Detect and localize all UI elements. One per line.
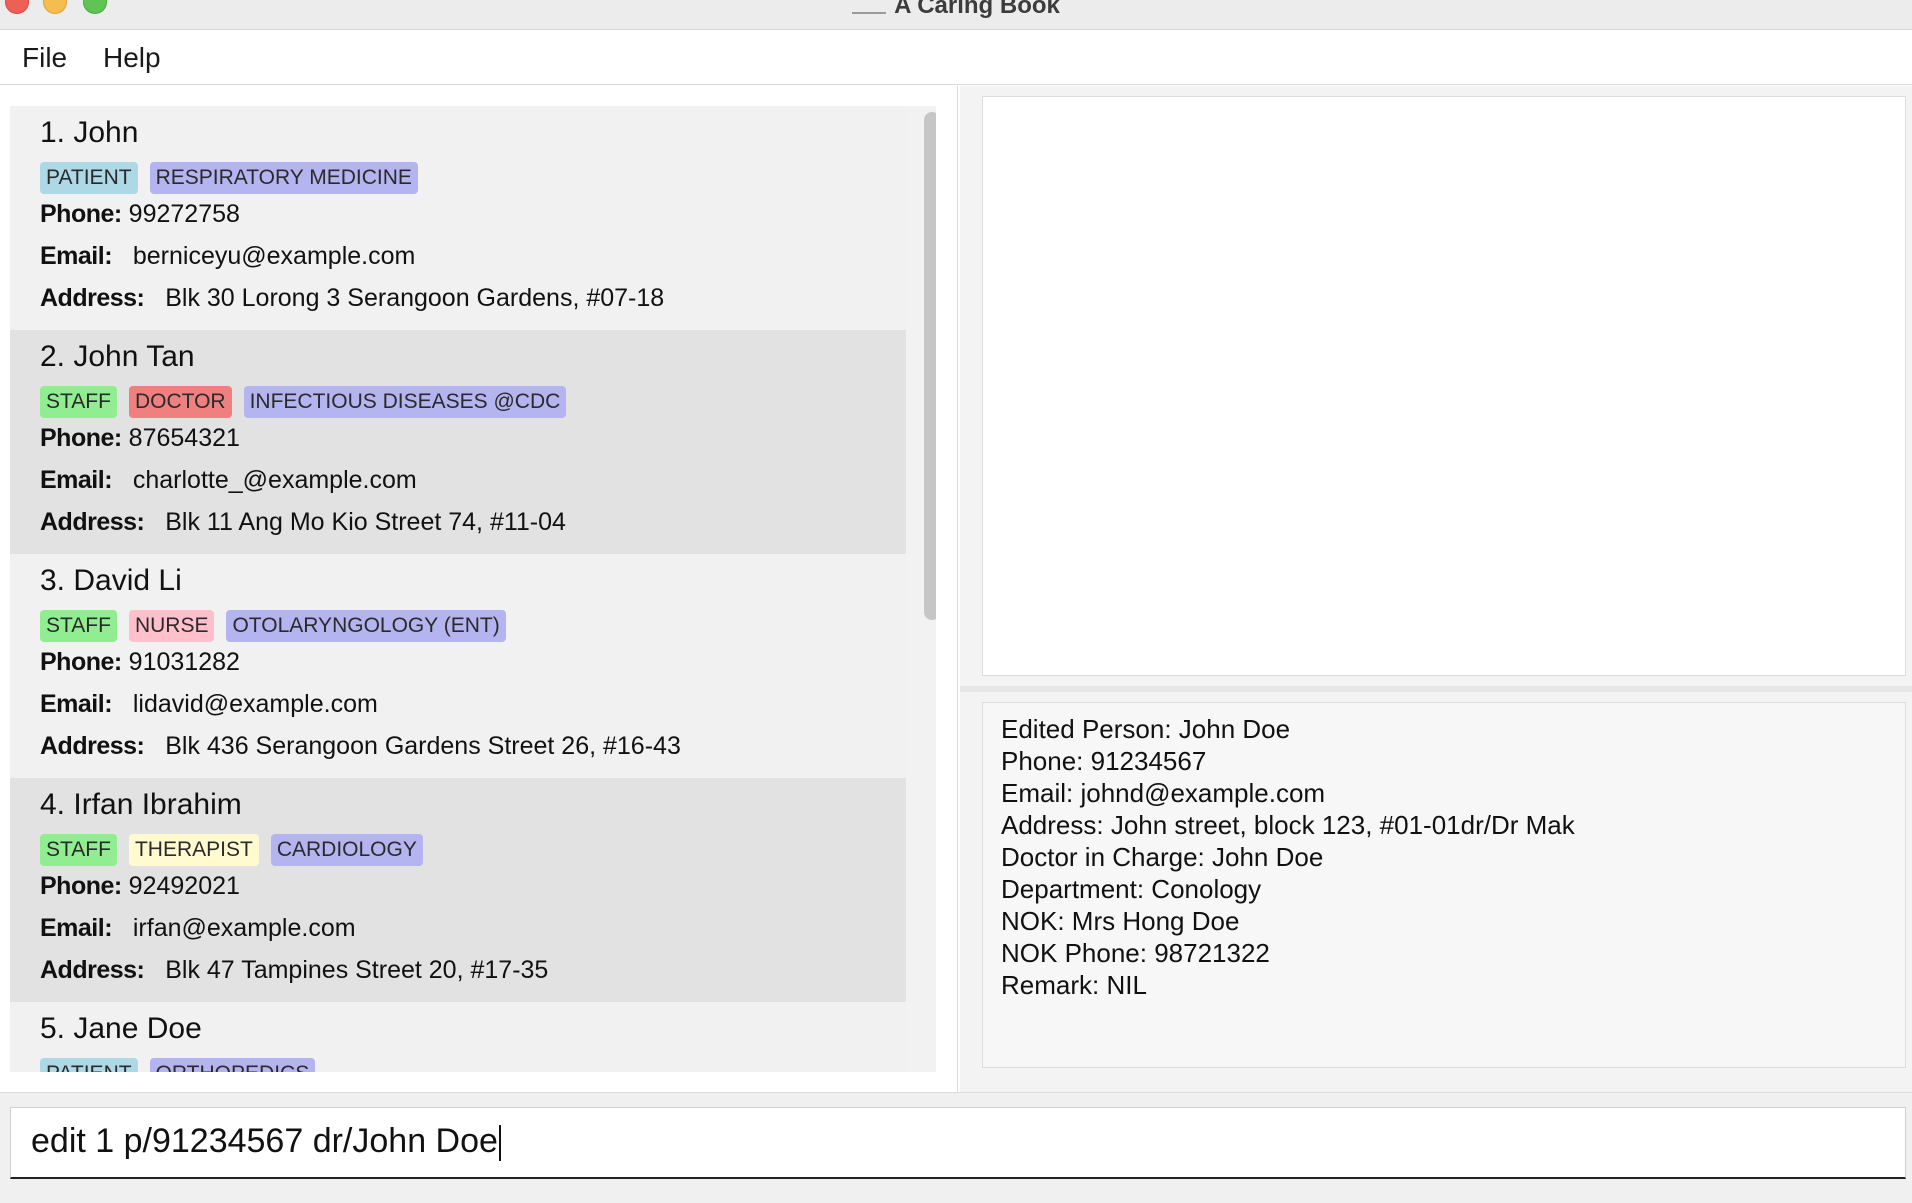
result-line: Phone: 91234567: [1001, 746, 1207, 776]
command-area: edit 1 p/91234567 dr/John Doe: [0, 1092, 1912, 1203]
phone-label: Phone:: [40, 648, 122, 676]
phone-value: 99272758: [128, 200, 240, 228]
tag: CARDIOLOGY: [270, 834, 423, 866]
phone-label: Phone:: [40, 200, 122, 228]
person-card[interactable]: 4. Irfan Ibrahim STAFF THERAPIST CARDIOLOG…: [10, 778, 906, 1002]
phone-label: Phone:: [40, 872, 122, 900]
tag-list: PATIENT ORTHOPEDICS: [40, 1058, 327, 1072]
window-title-text: A Caring Book: [894, 0, 1060, 19]
person-card[interactable]: 5. Jane Doe PATIENT ORTHOPEDICS: [10, 1002, 906, 1072]
tag-list: STAFF THERAPIST CARDIOLOGY: [40, 834, 435, 866]
phone-field: Phone: 92492021: [40, 872, 240, 901]
result-line: Doctor in Charge: John Doe: [1001, 842, 1324, 872]
address-label: Address:: [40, 284, 145, 312]
result-line: Address: John street, block 123, #01-01d…: [1001, 810, 1575, 840]
person-name: 3. David Li: [40, 564, 182, 597]
command-input-text-wrap: edit 1 p/91234567 dr/John Doe: [31, 1122, 501, 1162]
result-line: Email: johnd@example.com: [1001, 778, 1326, 808]
result-line: Edited Person: John Doe: [1001, 714, 1291, 744]
tag: ORTHOPEDICS: [149, 1058, 316, 1072]
result-line: Remark: NIL: [1001, 970, 1147, 1000]
phone-value: 92492021: [128, 872, 240, 900]
phone-value: 91031282: [128, 648, 240, 676]
menu-file[interactable]: File: [22, 42, 67, 74]
email-value: irfan@example.com: [132, 914, 356, 942]
person-list-panel: 1. John PATIENT RESPIRATORY MEDICINE Phon…: [0, 86, 958, 1092]
list-scrollbar[interactable]: [922, 112, 936, 1072]
person-list[interactable]: 1. John PATIENT RESPIRATORY MEDICINE Phon…: [10, 106, 936, 1072]
result-line: Department: Conology: [1001, 874, 1262, 904]
tag: THERAPIST: [128, 834, 259, 866]
email-field: Email: irfan@example.com: [40, 914, 356, 943]
address-value: Blk 11 Ang Mo Kio Street 74, #11-04: [165, 508, 566, 536]
email-value: lidavid@example.com: [132, 690, 378, 718]
scrollbar-thumb[interactable]: [924, 112, 936, 620]
title-bar: A Caring Book: [0, 0, 1912, 30]
text-caret: [498, 1125, 501, 1162]
address-label: Address:: [40, 508, 145, 536]
book-icon: [852, 0, 887, 14]
tag: STAFF: [40, 386, 117, 418]
person-name: 5. Jane Doe: [40, 1012, 202, 1045]
email-field: Email: berniceyu@example.com: [40, 242, 415, 271]
tag: STAFF: [40, 610, 117, 642]
address-field: Address: Blk 47 Tampines Street 20, #17-…: [40, 956, 548, 985]
split-divider[interactable]: [960, 686, 1912, 692]
command-input-text: edit 1 p/91234567 dr/John Doe: [31, 1122, 498, 1160]
phone-value: 87654321: [128, 424, 240, 452]
person-card[interactable]: 1. John PATIENT RESPIRATORY MEDICINE Phon…: [10, 106, 906, 330]
menu-bar: File Help: [0, 30, 1912, 85]
email-label: Email:: [40, 242, 113, 270]
tag: STAFF: [40, 834, 117, 866]
command-input[interactable]: edit 1 p/91234567 dr/John Doe: [10, 1107, 1906, 1179]
person-detail-view: [982, 96, 1906, 676]
tag: INFECTIOUS DISEASES @CDC: [243, 386, 567, 418]
person-name: 4. Irfan Ibrahim: [40, 788, 242, 821]
tag: DOCTOR: [128, 386, 232, 418]
email-field: Email: charlotte_@example.com: [40, 466, 417, 495]
tag: NURSE: [128, 610, 215, 642]
phone-field: Phone: 99272758: [40, 200, 240, 229]
email-label: Email:: [40, 690, 113, 718]
window-title: A Caring Book: [0, 0, 1912, 20]
menu-help[interactable]: Help: [103, 42, 161, 74]
email-value: berniceyu@example.com: [132, 242, 416, 270]
address-label: Address:: [40, 732, 145, 760]
address-field: Address: Blk 30 Lorong 3 Serangoon Garde…: [40, 284, 664, 313]
tag-list: STAFF DOCTOR INFECTIOUS DISEASES @CDC: [40, 386, 578, 418]
detail-panel: Edited Person: John Doe Phone: 91234567 …: [960, 86, 1912, 1092]
email-value: charlotte_@example.com: [132, 466, 417, 494]
person-name: 2. John Tan: [40, 340, 195, 373]
tag-list: PATIENT RESPIRATORY MEDICINE: [40, 162, 430, 194]
result-display: Edited Person: John Doe Phone: 91234567 …: [982, 702, 1906, 1068]
address-value: Blk 30 Lorong 3 Serangoon Gardens, #07-1…: [165, 284, 665, 312]
person-name: 1. John: [40, 116, 139, 149]
result-line: NOK: Mrs Hong Doe: [1001, 906, 1240, 936]
address-value: Blk 436 Serangoon Gardens Street 26, #16…: [165, 732, 681, 760]
result-line: NOK Phone: 98721322: [1001, 938, 1270, 968]
phone-field: Phone: 87654321: [40, 424, 240, 453]
address-field: Address: Blk 11 Ang Mo Kio Street 74, #1…: [40, 508, 566, 537]
phone-label: Phone:: [40, 424, 122, 452]
person-card[interactable]: 2. John Tan STAFF DOCTOR INFECTIOUS DISEAS…: [10, 330, 906, 554]
email-label: Email:: [40, 466, 113, 494]
tag: OTOLARYNGOLOGY (ENT): [226, 610, 506, 642]
tag: PATIENT: [40, 1058, 138, 1072]
email-label: Email:: [40, 914, 113, 942]
person-card[interactable]: 3. David Li STAFF NURSE OTOLARYNGOLOGY (EN…: [10, 554, 906, 778]
address-label: Address:: [40, 956, 145, 984]
tag: PATIENT: [40, 162, 138, 194]
address-field: Address: Blk 436 Serangoon Gardens Stree…: [40, 732, 681, 761]
phone-field: Phone: 91031282: [40, 648, 240, 677]
tag-list: STAFF NURSE OTOLARYNGOLOGY (ENT): [40, 610, 518, 642]
email-field: Email: lidavid@example.com: [40, 690, 378, 719]
address-value: Blk 47 Tampines Street 20, #17-35: [165, 956, 549, 984]
tag: RESPIRATORY MEDICINE: [149, 162, 418, 194]
